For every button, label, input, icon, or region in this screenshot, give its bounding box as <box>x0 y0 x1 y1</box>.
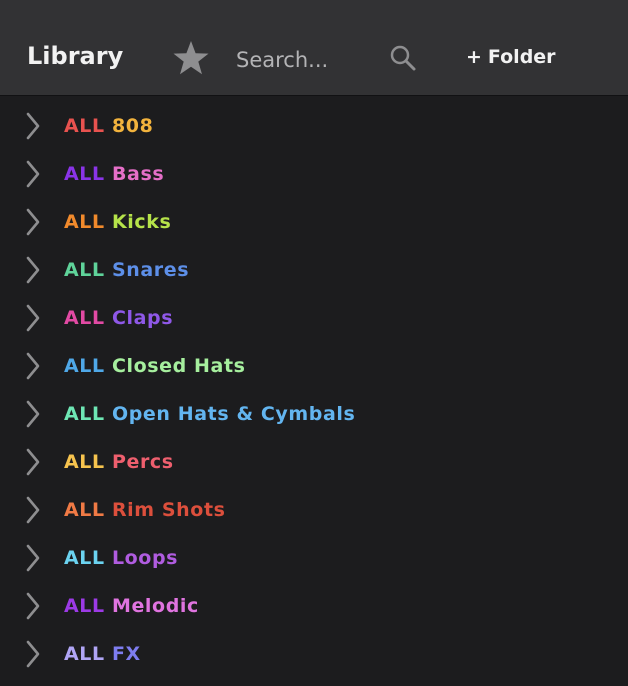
folder-row[interactable]: ALL Loops <box>0 534 628 582</box>
folder-label-prefix: ALL <box>64 547 105 569</box>
folder-row[interactable]: ALL Kicks <box>0 198 628 246</box>
folder-label-prefix: ALL <box>64 595 105 617</box>
folder-label-prefix: ALL <box>64 115 105 137</box>
folder-label: ALL Percs <box>64 438 174 486</box>
folder-label-name: Loops <box>111 547 179 569</box>
folder-label-prefix: ALL <box>64 355 105 377</box>
folder-label: ALL Snares <box>64 246 189 294</box>
library-panel: Library +Folder ALL 808ALL BassALL Kicks… <box>0 0 628 686</box>
folder-row[interactable]: ALL Snares <box>0 246 628 294</box>
search-input[interactable] <box>232 42 380 78</box>
chevron-right-icon[interactable] <box>24 591 42 621</box>
folder-label: ALL Rim Shots <box>64 486 226 534</box>
folder-row[interactable]: ALL Rim Shots <box>0 486 628 534</box>
chevron-right-icon[interactable] <box>24 495 42 525</box>
plus-icon: + <box>466 46 482 68</box>
chevron-right-icon[interactable] <box>24 399 42 429</box>
folder-label-name: Kicks <box>111 211 172 233</box>
folder-label: ALL Melodic <box>64 582 199 630</box>
library-title: Library <box>27 42 124 70</box>
chevron-right-icon[interactable] <box>24 351 42 381</box>
folder-label-prefix: ALL <box>64 163 105 185</box>
folder-row[interactable]: ALL Bass <box>0 150 628 198</box>
folder-row[interactable]: ALL Open Hats & Cymbals <box>0 390 628 438</box>
folder-row[interactable]: ALL Melodic <box>0 582 628 630</box>
folder-label-name: Percs <box>111 451 174 473</box>
folder-label-name: Claps <box>111 307 174 329</box>
folder-label-prefix: ALL <box>64 259 105 281</box>
folder-label-name: Closed Hats <box>111 355 246 377</box>
folder-label-prefix: ALL <box>64 211 105 233</box>
chevron-right-icon[interactable] <box>24 207 42 237</box>
folder-label-name: Open Hats & Cymbals <box>111 403 356 425</box>
add-folder-button[interactable]: + Folder <box>466 40 566 74</box>
add-folder-label: Folder <box>487 46 556 68</box>
chevron-right-icon[interactable] <box>24 159 42 189</box>
folder-label: ALL FX <box>64 630 141 678</box>
folder-label-name: 808 <box>111 115 154 137</box>
folder-label-name: Bass <box>111 163 165 185</box>
folder-label-name: Melodic <box>111 595 199 617</box>
folder-row[interactable]: ALL Closed Hats <box>0 342 628 390</box>
chevron-right-icon[interactable] <box>24 639 42 669</box>
folder-label-prefix: ALL <box>64 499 105 521</box>
chevron-right-icon[interactable] <box>24 255 42 285</box>
folder-row[interactable]: ALL Percs <box>0 438 628 486</box>
folder-list: ALL 808 ALL Bass ALL Kicks ALL Snares ALL Cl… <box>0 102 628 678</box>
star-icon[interactable] <box>172 40 210 76</box>
search-icon[interactable] <box>389 44 417 72</box>
folder-label-name: Snares <box>111 259 190 281</box>
folder-label-prefix: ALL <box>64 307 105 329</box>
folder-row[interactable]: ALL FX <box>0 630 628 678</box>
folder-row[interactable]: ALL 808 <box>0 102 628 150</box>
folder-label: ALL Loops <box>64 534 178 582</box>
folder-label-prefix: ALL <box>64 451 105 473</box>
folder-label-name: Rim Shots <box>111 499 226 521</box>
folder-label: ALL Kicks <box>64 198 171 246</box>
folder-label: ALL Open Hats & Cymbals <box>64 390 355 438</box>
chevron-right-icon[interactable] <box>24 303 42 333</box>
folder-label-name: FX <box>111 643 141 665</box>
folder-label: ALL Closed Hats <box>64 342 246 390</box>
folder-label: ALL Claps <box>64 294 173 342</box>
folder-label-prefix: ALL <box>64 643 105 665</box>
chevron-right-icon[interactable] <box>24 111 42 141</box>
folder-label-prefix: ALL <box>64 403 105 425</box>
folder-label: ALL Bass <box>64 150 164 198</box>
chevron-right-icon[interactable] <box>24 447 42 477</box>
chevron-right-icon[interactable] <box>24 543 42 573</box>
folder-row[interactable]: ALL Claps <box>0 294 628 342</box>
library-header: Library +Folder <box>0 0 628 96</box>
folder-label: ALL 808 <box>64 102 153 150</box>
